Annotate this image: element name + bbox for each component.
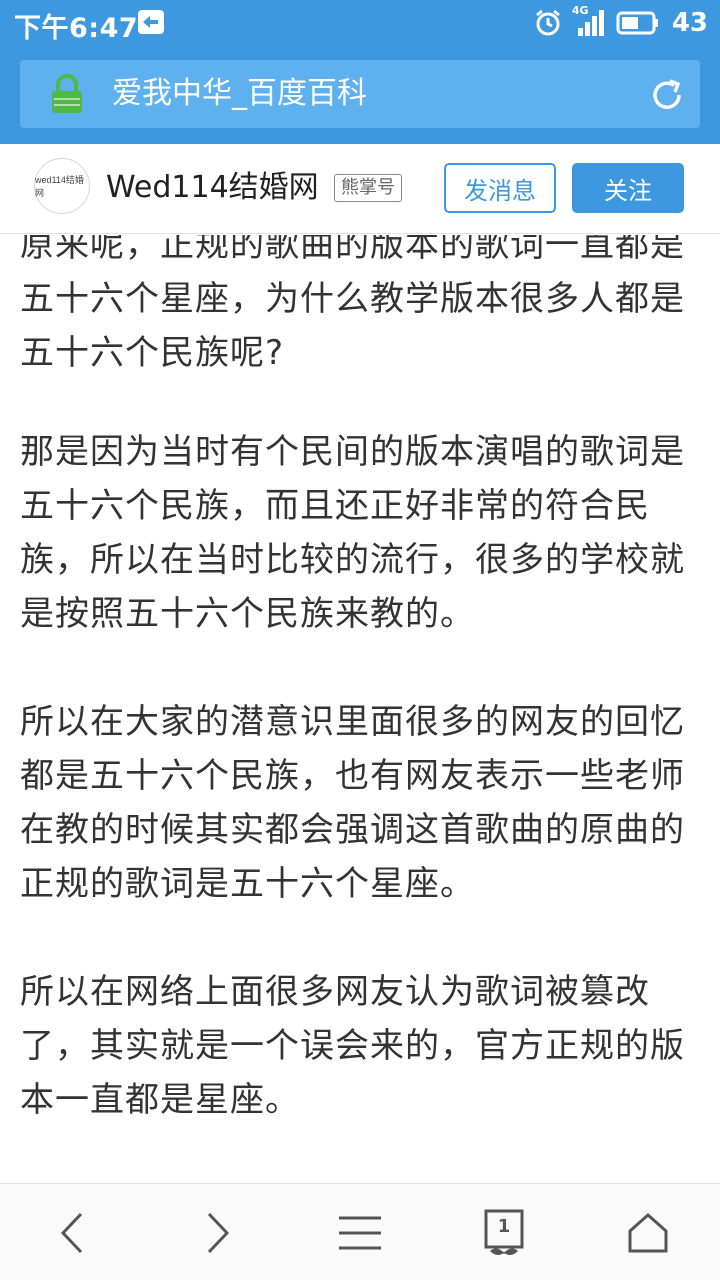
- avatar[interactable]: wed114结婚网: [34, 158, 90, 214]
- account-name[interactable]: Wed114结婚网: [106, 168, 319, 208]
- address-bar[interactable]: 爱我中华_百度百科: [20, 60, 700, 128]
- alarm-icon: [535, 9, 560, 36]
- battery-level: 43: [671, 8, 708, 38]
- account-badge: 熊掌号: [334, 174, 402, 202]
- menu-button[interactable]: [330, 1204, 390, 1262]
- menu-icon: [339, 1216, 381, 1250]
- browser-toolbar: 爱我中华_百度百科: [0, 46, 720, 144]
- chevron-left-icon: [60, 1212, 83, 1254]
- article-paragraph: 那是因为当时有个民间的版本演唱的歌词是五十六个民族，而且还正好非常的符合民族，所…: [20, 432, 685, 634]
- chevron-right-icon: [207, 1212, 230, 1254]
- article-paragraph: 所以在网络上面很多网友认为歌词被篡改了，其实就是一个误会来的，官方正规的版本一直…: [20, 972, 685, 1120]
- lock-icon: [50, 74, 84, 118]
- battery-icon: [616, 11, 658, 35]
- article-body: 原来呢，正规的歌曲的版本的歌词一直都是五十六个星座，为什么教学版本很多人都是五十…: [0, 235, 720, 1183]
- avatar-logo-text: wed114结婚网: [35, 175, 84, 198]
- follow-button[interactable]: 关注: [572, 163, 684, 213]
- home-icon: [628, 1212, 668, 1253]
- status-bar: 下午6:47 4G 43: [0, 0, 720, 46]
- refresh-icon[interactable]: [648, 76, 686, 118]
- tab-count: 1: [497, 1216, 511, 1237]
- back-button[interactable]: [42, 1204, 102, 1262]
- signal-icon: 4G: [572, 4, 606, 38]
- article-paragraph: 原来呢，正规的歌曲的版本的歌词一直都是五十六个星座，为什么教学版本很多人都是五十…: [20, 235, 685, 373]
- send-message-button[interactable]: 发消息: [444, 163, 556, 213]
- status-time: 下午6:47: [14, 13, 139, 44]
- tabs-button[interactable]: 1: [474, 1204, 534, 1262]
- account-header: wed114结婚网 Wed114结婚网 熊掌号 发消息 关注: [0, 144, 720, 234]
- notification-icon: [138, 10, 164, 34]
- forward-button[interactable]: [188, 1204, 248, 1262]
- home-button[interactable]: [618, 1204, 678, 1262]
- page-title: 爱我中华_百度百科: [112, 76, 367, 111]
- bottom-nav: 1: [0, 1183, 720, 1280]
- article-paragraph: 所以在大家的潜意识里面很多的网友的回忆都是五十六个民族，也有网友表示一些老师在教…: [20, 702, 685, 904]
